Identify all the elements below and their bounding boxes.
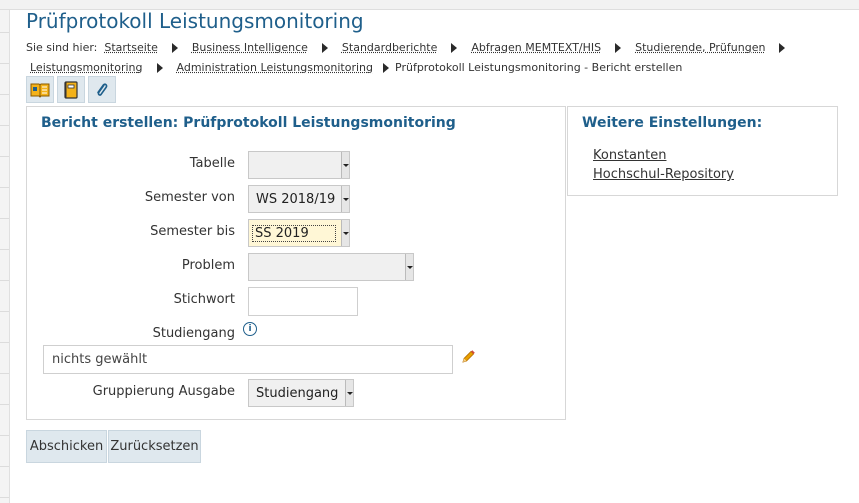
studiengang-label: Studiengang [152, 326, 235, 341]
submit-button[interactable]: Abschicken [26, 430, 107, 463]
toolbar [26, 76, 116, 103]
settings-heading: Weitere Einstellungen: [582, 115, 763, 131]
strip-divider [0, 94, 9, 95]
page-title: Prüfprotokoll Leistungsmonitoring [26, 9, 364, 33]
konstanten-link[interactable]: Konstanten [593, 148, 666, 163]
info-book-button[interactable] [26, 76, 54, 103]
gruppierung-select[interactable]: Studiengang [248, 379, 354, 407]
strip-divider [0, 125, 9, 126]
chevron-down-icon [341, 152, 349, 178]
problem-label: Problem [181, 258, 235, 273]
settings-panel: Weitere Einstellungen: Konstanten Hochsc… [567, 106, 838, 196]
breadcrumb-link-business-intelligence[interactable]: Business Intelligence [192, 38, 308, 58]
stichwort-input[interactable] [248, 287, 358, 316]
strip-divider [0, 63, 9, 64]
breadcrumb-link-studierende-pruefungen[interactable]: Studierende, Prüfungen [635, 38, 765, 58]
breadcrumb-link-standardberichte[interactable]: Standardberichte [342, 38, 437, 58]
problem-select[interactable] [248, 253, 414, 281]
chevron-down-icon [341, 186, 349, 212]
paperclip-icon [97, 82, 108, 96]
breadcrumb-link-startseite[interactable]: Startseite [104, 38, 158, 58]
strip-divider [0, 218, 9, 219]
breadcrumb-separator-icon [321, 43, 328, 53]
edit-pencil-icon[interactable] [460, 349, 476, 365]
breadcrumb-link-leistungsmonitoring[interactable]: Leistungsmonitoring [30, 58, 143, 78]
studiengang-field[interactable]: nichts gewählt [43, 345, 453, 374]
semester-von-select[interactable]: WS 2018/19 [248, 185, 350, 213]
breadcrumb-separator-icon [171, 43, 178, 53]
book-info-icon [30, 83, 50, 98]
breadcrumb-separator-icon [156, 63, 163, 73]
strip-divider [0, 342, 9, 343]
strip-divider [0, 466, 9, 467]
breadcrumb-separator-icon [615, 43, 622, 53]
semester-bis-value: SS 2019 [252, 224, 336, 242]
semester-von-label: Semester von [144, 190, 235, 205]
breadcrumb-link-abfragen-memtext-his[interactable]: Abfragen MEMTEXT/HIS [471, 38, 601, 58]
hochschul-repository-link[interactable]: Hochschul-Repository [593, 167, 734, 182]
breadcrumb-separator-icon [779, 43, 786, 53]
reset-button[interactable]: Zurücksetzen [108, 430, 201, 463]
notebook-button[interactable] [57, 76, 85, 103]
breadcrumb-lead: Sie sind hier: [26, 41, 98, 54]
strip-divider [0, 249, 9, 250]
left-frame-strip [0, 10, 10, 503]
breadcrumb-link-administration-leistungsmonitoring[interactable]: Administration Leistungsmonitoring [177, 58, 374, 78]
stichwort-label: Stichwort [173, 292, 235, 307]
strip-divider [0, 156, 9, 157]
semester-bis-select[interactable]: SS 2019 [248, 219, 350, 247]
strip-divider [0, 32, 9, 33]
strip-divider [0, 280, 9, 281]
breadcrumb: Sie sind hier: Startseite Business Intel… [26, 38, 846, 78]
info-icon[interactable]: i [243, 322, 257, 336]
chevron-down-icon [345, 380, 353, 406]
strip-divider [0, 187, 9, 188]
strip-divider [0, 311, 9, 312]
strip-divider [0, 404, 9, 405]
strip-divider [0, 373, 9, 374]
strip-divider [0, 497, 9, 498]
semester-bis-label: Semester bis [150, 224, 235, 239]
tabelle-label: Tabelle [189, 156, 235, 171]
chevron-down-icon [341, 220, 349, 246]
semester-von-value: WS 2018/19 [256, 191, 336, 207]
chevron-down-icon [405, 254, 413, 280]
form-heading: Bericht erstellen: Prüfprotokoll Leistun… [41, 115, 456, 131]
notebook-icon [64, 80, 78, 99]
breadcrumb-separator-icon [383, 63, 390, 73]
attachment-button[interactable] [88, 76, 116, 103]
tabelle-select[interactable] [248, 151, 350, 179]
gruppierung-value: Studiengang [256, 385, 339, 401]
gruppierung-label: Gruppierung Ausgabe [92, 384, 235, 399]
breadcrumb-current: Prüfprotokoll Leistungsmonitoring - Beri… [395, 61, 683, 74]
breadcrumb-separator-icon [451, 43, 458, 53]
strip-divider [0, 435, 9, 436]
